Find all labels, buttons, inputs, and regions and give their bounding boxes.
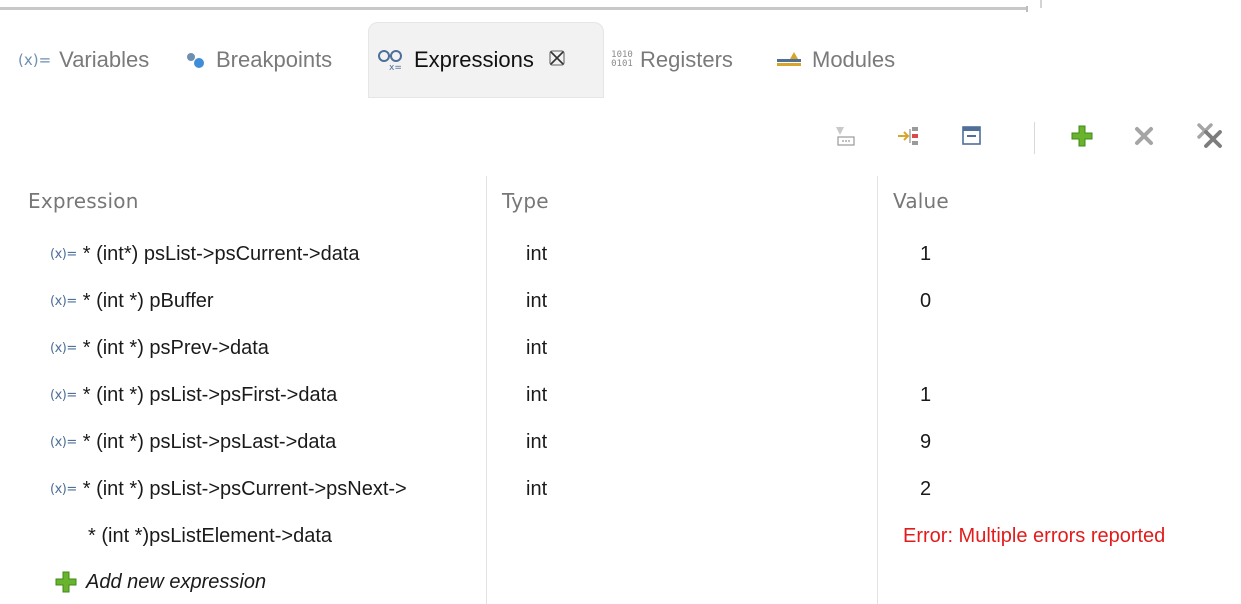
expression-icon: (x)= bbox=[50, 388, 77, 403]
type-cell: int bbox=[526, 290, 548, 312]
remove-all-expressions-button[interactable] bbox=[1192, 120, 1228, 156]
toolbar-separator bbox=[1034, 122, 1035, 154]
value-cell[interactable]: 1 bbox=[920, 231, 931, 278]
table-row[interactable]: (x)= * (int *) psPrev->data int bbox=[0, 325, 1241, 372]
table-row[interactable]: (x)= * (int *) psList->psCurrent->psNext… bbox=[0, 466, 1241, 513]
registers-icon: 1010 0101 bbox=[611, 50, 633, 69]
expression-text: * (int *) psList->psLast->data bbox=[82, 431, 337, 453]
expressions-icon: x= bbox=[376, 49, 406, 71]
expression-icon: (x)= bbox=[50, 435, 77, 450]
column-header-type[interactable]: Type bbox=[502, 176, 549, 226]
expression-icon: (x)= bbox=[50, 482, 77, 497]
tab-modules[interactable]: Modules bbox=[776, 22, 895, 98]
tab-label: Registers bbox=[640, 47, 733, 72]
view-tab-bar: (x)= Variables Breakpoints x= Expression… bbox=[0, 22, 1241, 98]
tab-label: Modules bbox=[812, 47, 896, 72]
column-header-expression[interactable]: Expression bbox=[28, 176, 139, 226]
show-type-names-button[interactable] bbox=[828, 120, 864, 156]
scrollbar-divider bbox=[1040, 0, 1042, 8]
type-cell: int bbox=[526, 431, 548, 453]
top-scrollbar[interactable] bbox=[0, 0, 1241, 14]
scrollbar-divider bbox=[1026, 6, 1028, 12]
show-logical-structure-button[interactable] bbox=[892, 120, 928, 156]
tab-expressions[interactable]: x= Expressions bbox=[368, 22, 604, 98]
table-row[interactable]: (x)= * (int*) psList->psCurrent->data in… bbox=[0, 231, 1241, 278]
add-expression-icon bbox=[1069, 123, 1095, 154]
add-expression-button[interactable] bbox=[1064, 120, 1100, 156]
expression-cell: (x)= * (int *) psList->psCurrent->psNext… bbox=[50, 466, 484, 513]
add-new-expression-row[interactable]: Add new expression bbox=[0, 560, 1241, 604]
value-cell[interactable]: 0 bbox=[920, 278, 931, 325]
expression-text: * (int *) psList->psFirst->data bbox=[82, 384, 338, 406]
show-logical-structure-icon bbox=[896, 123, 924, 154]
collapse-all-button[interactable] bbox=[954, 120, 990, 156]
tab-label: Breakpoints bbox=[216, 47, 333, 72]
modules-icon bbox=[776, 51, 804, 69]
type-cell: int bbox=[526, 384, 548, 406]
tab-registers[interactable]: 1010 0101 Registers bbox=[611, 22, 733, 98]
remove-all-expressions-icon bbox=[1195, 122, 1225, 155]
expression-text: * (int *) psList->psCurrent->psNext-> bbox=[82, 478, 407, 500]
expression-cell: (x)= * (int *) psList->psFirst->data bbox=[50, 372, 484, 419]
type-cell: int bbox=[526, 478, 548, 500]
error-value-cell[interactable]: Error: Multiple errors reported bbox=[903, 513, 1241, 560]
expression-icon: (x)= bbox=[50, 294, 77, 309]
table-row[interactable]: (x)= * (int *) psList->psFirst->data int… bbox=[0, 372, 1241, 419]
expression-cell: (x)= * (int *) psList->psLast->data bbox=[50, 419, 484, 466]
tab-breakpoints[interactable]: Breakpoints bbox=[184, 22, 332, 98]
close-icon[interactable] bbox=[548, 47, 566, 73]
collapse-all-icon bbox=[960, 124, 984, 153]
value-cell[interactable]: 2 bbox=[920, 466, 931, 513]
expression-icon: (x)= bbox=[50, 247, 77, 262]
svg-text:x=: x= bbox=[389, 63, 402, 71]
add-new-expression-label: Add new expression bbox=[86, 570, 267, 593]
expression-text: * (int *) pBuffer bbox=[82, 290, 214, 312]
add-new-expression[interactable]: Add new expression bbox=[54, 560, 266, 604]
remove-expression-icon bbox=[1132, 124, 1156, 153]
value-cell[interactable]: 1 bbox=[920, 372, 931, 419]
scrollbar-track bbox=[0, 7, 1026, 10]
breakpoints-icon bbox=[184, 51, 208, 69]
table-row[interactable]: * (int *)psListElement->data Error: Mult… bbox=[0, 513, 1241, 560]
table-row[interactable]: (x)= * (int *) pBuffer int 0 bbox=[0, 278, 1241, 325]
tab-label: Variables bbox=[59, 47, 150, 72]
view-toolbar bbox=[820, 120, 1241, 160]
variables-icon: (x)= bbox=[18, 51, 52, 69]
tab-label: Expressions bbox=[414, 47, 534, 72]
expression-cell: * (int *)psListElement->data bbox=[88, 513, 484, 560]
expression-text: * (int *)psListElement->data bbox=[88, 525, 333, 547]
value-cell[interactable]: 9 bbox=[920, 419, 931, 466]
expression-cell: (x)= * (int *) psPrev->data bbox=[50, 325, 484, 372]
expression-text: * (int*) psList->psCurrent->data bbox=[82, 243, 360, 265]
expressions-table: Expression Type Value (x)= * (int*) psLi… bbox=[0, 176, 1241, 604]
remove-expression-button[interactable] bbox=[1126, 120, 1162, 156]
type-cell: int bbox=[526, 337, 548, 359]
expression-text: * (int *) psPrev->data bbox=[82, 337, 269, 359]
tab-variables[interactable]: (x)= Variables bbox=[18, 22, 149, 98]
expression-icon: (x)= bbox=[50, 341, 77, 356]
type-cell: int bbox=[526, 243, 548, 265]
add-icon bbox=[54, 570, 78, 594]
show-type-names-icon bbox=[832, 123, 860, 154]
expression-cell: (x)= * (int *) pBuffer bbox=[50, 278, 484, 325]
expression-cell: (x)= * (int*) psList->psCurrent->data bbox=[50, 231, 484, 278]
table-header: Expression Type Value bbox=[0, 176, 1241, 226]
table-row[interactable]: (x)= * (int *) psList->psLast->data int … bbox=[0, 419, 1241, 466]
column-header-value[interactable]: Value bbox=[893, 176, 949, 226]
